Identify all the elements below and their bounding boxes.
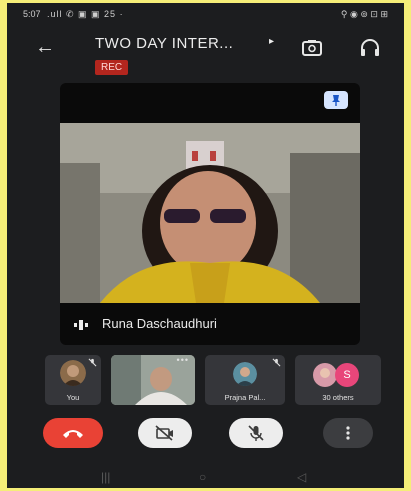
status-time: 5:07: [23, 9, 41, 19]
camera-off-icon: [155, 425, 173, 441]
phone-hangup-icon: [63, 430, 83, 438]
avatar: [233, 362, 257, 386]
participant-label: You: [66, 393, 80, 402]
home-icon[interactable]: ○: [199, 470, 206, 484]
participant-label: Prajna Pal...: [224, 393, 266, 402]
audio-level-icon: [74, 319, 88, 330]
avatar-initial: S: [335, 363, 359, 387]
mic-toggle-button[interactable]: [229, 418, 283, 448]
system-nav-bar: ||| ○ ◁: [7, 465, 404, 488]
status-system-icons: ⚲ ◉ ⊚ ⊡ ⊞: [340, 9, 388, 19]
switch-camera-icon[interactable]: [301, 39, 323, 57]
participant-label: 30 others: [322, 393, 354, 402]
speaker-name-bar: Runa Daschaudhuri: [74, 316, 217, 331]
status-signal-icons: .ull ✆ ▣ ▣ 25 ·: [47, 9, 124, 19]
meeting-title[interactable]: TWO DAY INTER...: [95, 35, 233, 52]
meet-app-screen: 5:07 .ull ✆ ▣ ▣ 25 · ⚲ ◉ ⊚ ⊡ ⊞ ← TWO DAY…: [7, 3, 404, 488]
participant-tile-prajna[interactable]: Prajna Pal...: [205, 355, 285, 405]
mic-off-icon: [248, 425, 264, 441]
more-options-icon[interactable]: •••: [177, 355, 189, 365]
more-vert-icon: [346, 426, 350, 440]
end-call-button[interactable]: [43, 418, 103, 448]
speaker-name: Runa Daschaudhuri: [102, 316, 217, 331]
active-speaker-tile[interactable]: Runa Daschaudhuri: [60, 83, 360, 345]
recording-badge: REC: [95, 60, 129, 75]
chevron-right-icon[interactable]: ▸: [269, 36, 274, 47]
back-icon[interactable]: ◁: [297, 470, 306, 484]
participant-tile-others[interactable]: S 30 others: [295, 355, 381, 405]
speaker-video: [60, 123, 360, 303]
camera-toggle-button[interactable]: [138, 418, 192, 448]
back-arrow-icon[interactable]: ←: [35, 37, 55, 57]
status-bar: 5:07 .ull ✆ ▣ ▣ 25 · ⚲ ◉ ⊚ ⊡ ⊞: [7, 3, 404, 25]
avatar: [313, 363, 337, 387]
participant-tile-you[interactable]: You: [45, 355, 101, 405]
recents-icon[interactable]: |||: [101, 470, 110, 484]
participant-tile-video[interactable]: •••: [111, 355, 195, 405]
mic-off-icon: [88, 358, 97, 367]
avatar: [60, 360, 86, 386]
pin-icon[interactable]: [324, 91, 348, 109]
headphones-icon[interactable]: [359, 39, 381, 57]
more-options-button[interactable]: [323, 418, 373, 448]
mic-off-icon: [272, 358, 281, 367]
